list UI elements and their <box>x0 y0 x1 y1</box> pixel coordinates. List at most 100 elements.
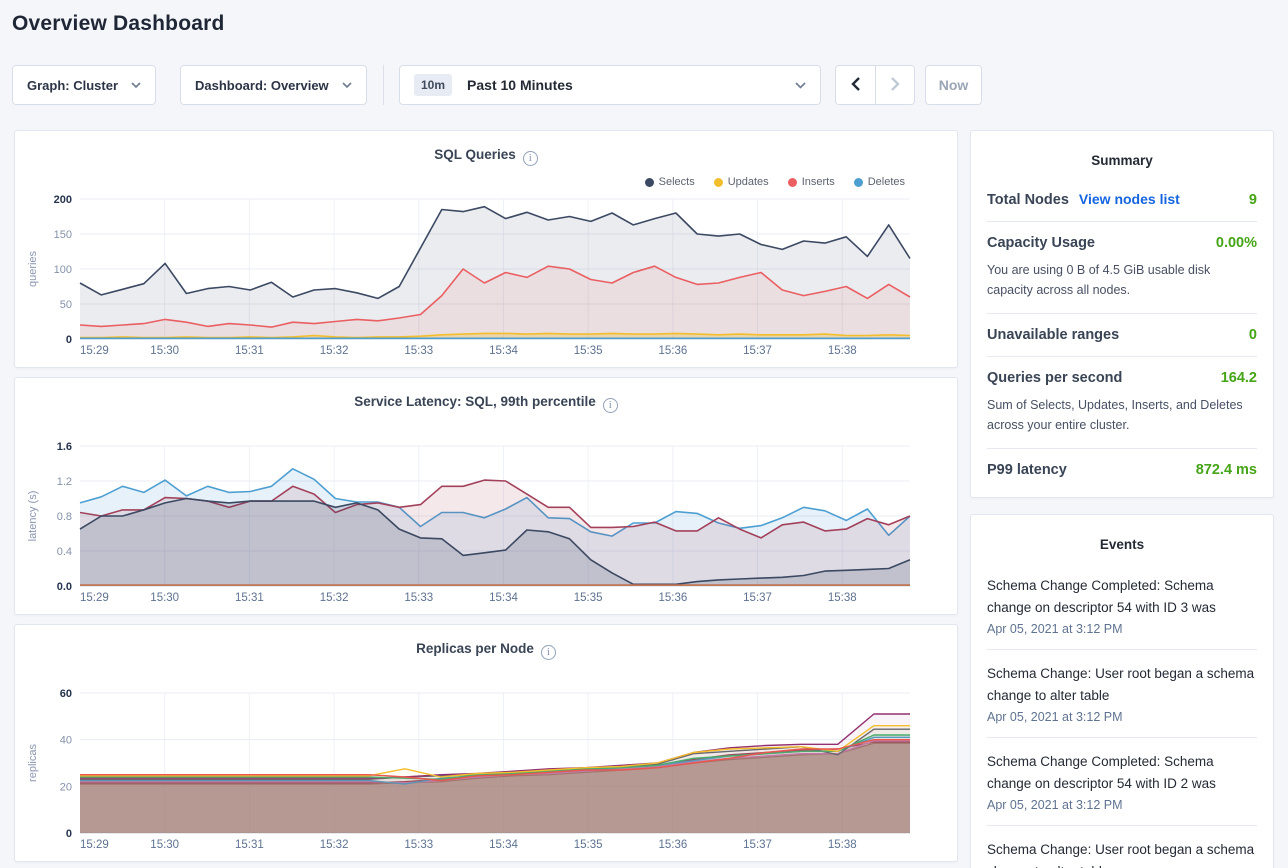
info-icon[interactable]: i <box>523 151 538 166</box>
svg-text:15:31: 15:31 <box>235 839 264 851</box>
svg-text:15:29: 15:29 <box>80 592 109 604</box>
events-title: Events <box>987 531 1257 562</box>
now-button[interactable]: Now <box>925 65 982 105</box>
svg-text:0.8: 0.8 <box>57 511 72 523</box>
time-step-buttons <box>835 65 915 105</box>
svg-text:1.2: 1.2 <box>57 476 72 488</box>
svg-text:15:34: 15:34 <box>489 345 518 357</box>
svg-text:15:34: 15:34 <box>489 592 518 604</box>
svg-text:15:30: 15:30 <box>150 345 179 357</box>
time-range-label: Past 10 Minutes <box>467 77 573 93</box>
page-title: Overview Dashboard <box>12 12 225 36</box>
svg-text:15:29: 15:29 <box>80 345 109 357</box>
chevron-left-icon <box>851 76 861 95</box>
replicas-per-node-panel: Replicas per Nodei 15:2915:3015:3115:321… <box>14 624 958 862</box>
chart-title: SQL Queries <box>434 147 516 162</box>
svg-text:200: 200 <box>54 194 72 206</box>
svg-text:15:33: 15:33 <box>404 345 433 357</box>
svg-text:15:32: 15:32 <box>320 592 349 604</box>
info-icon[interactable]: i <box>541 645 556 660</box>
svg-text:15:37: 15:37 <box>743 592 772 604</box>
event-text[interactable]: Schema Change: User root began a schema … <box>987 663 1257 707</box>
sql-queries-chart[interactable]: 15:29 15:30 15:31 15:32 15:33 15:34 15:35 15:36… <box>22 187 952 369</box>
svg-text:15:35: 15:35 <box>574 839 603 851</box>
event-item: Schema Change Completed: Schema change o… <box>987 562 1257 649</box>
svg-text:1.6: 1.6 <box>57 441 72 453</box>
summary-description: You are using 0 B of 4.5 GiB usable disk… <box>987 260 1257 300</box>
graph-dropdown[interactable]: Graph: Cluster <box>12 65 156 105</box>
svg-text:15:37: 15:37 <box>743 345 772 357</box>
charts-column: SQL Queriesi Selects Updates Inserts Del… <box>14 130 958 868</box>
time-range-badge: 10m <box>414 74 452 96</box>
svg-text:15:34: 15:34 <box>489 839 518 851</box>
event-text[interactable]: Schema Change Completed: Schema change o… <box>987 575 1257 619</box>
event-text[interactable]: Schema Change: User root began a schema … <box>987 839 1257 868</box>
svg-text:60: 60 <box>60 688 72 700</box>
summary-item-unavailable-ranges: Unavailable ranges 0 <box>987 314 1257 356</box>
summary-value: 872.4 ms <box>1196 462 1257 478</box>
sidebar: Summary Total Nodes View nodes list 9 Ca… <box>970 130 1274 868</box>
service-latency-panel: Service Latency: SQL, 99th percentile i 1… <box>14 377 958 615</box>
svg-text:15:38: 15:38 <box>828 592 857 604</box>
svg-text:150: 150 <box>54 229 72 241</box>
chart-title-row: Service Latency: SQL, 99th percentile i <box>15 394 957 413</box>
toolbar: Graph: Cluster Dashboard: Overview 10m P… <box>12 65 982 105</box>
event-timestamp: Apr 05, 2021 at 3:12 PM <box>987 798 1257 812</box>
svg-text:15:33: 15:33 <box>404 592 433 604</box>
svg-text:15:38: 15:38 <box>828 839 857 851</box>
chart-title: Replicas per Node <box>416 641 534 656</box>
chevron-right-icon <box>890 76 900 95</box>
chart-title-row: SQL Queries i <box>15 147 957 166</box>
summary-value: 9 <box>1249 192 1257 208</box>
event-item: Schema Change: User root began a schema … <box>987 826 1257 868</box>
svg-text:15:33: 15:33 <box>404 839 433 851</box>
service-latency-chart[interactable]: 15:2915:3015:3115:3215:3315:3415:3515:36… <box>22 434 952 616</box>
svg-text:15:29: 15:29 <box>80 839 109 851</box>
summary-label: P99 latency <box>987 462 1067 478</box>
chevron-down-icon <box>342 82 352 88</box>
time-forward-button[interactable] <box>875 66 914 104</box>
summary-label: Queries per second <box>987 370 1122 386</box>
svg-text:15:30: 15:30 <box>150 592 179 604</box>
event-item: Schema Change: User root began a schema … <box>987 650 1257 737</box>
svg-text:15:37: 15:37 <box>743 839 772 851</box>
svg-text:20: 20 <box>60 781 72 793</box>
summary-title: Summary <box>987 147 1257 178</box>
svg-text:50: 50 <box>60 299 72 311</box>
svg-text:15:35: 15:35 <box>574 592 603 604</box>
summary-item-qps: Queries per second 164.2 Sum of Selects,… <box>987 357 1257 448</box>
svg-text:0.0: 0.0 <box>57 581 72 593</box>
summary-value: 164.2 <box>1221 370 1257 386</box>
legend-dot <box>714 178 723 187</box>
event-text[interactable]: Schema Change Completed: Schema change o… <box>987 751 1257 795</box>
svg-text:15:32: 15:32 <box>320 345 349 357</box>
event-timestamp: Apr 05, 2021 at 3:12 PM <box>987 710 1257 724</box>
dashboard-dropdown[interactable]: Dashboard: Overview <box>180 65 367 105</box>
svg-text:0: 0 <box>66 828 72 840</box>
svg-text:0.4: 0.4 <box>57 546 72 558</box>
svg-text:40: 40 <box>60 735 72 747</box>
time-back-button[interactable] <box>836 66 875 104</box>
chart-title-row: Replicas per Node i <box>15 641 957 660</box>
events-panel: Events Schema Change Completed: Schema c… <box>970 514 1274 868</box>
dashboard-dropdown-label: Dashboard: Overview <box>195 78 329 93</box>
replicas-per-node-chart[interactable]: 15:2915:3015:3115:3215:3315:3415:3515:36… <box>22 681 952 863</box>
svg-text:100: 100 <box>54 264 72 276</box>
summary-panel: Summary Total Nodes View nodes list 9 Ca… <box>970 130 1274 498</box>
summary-label: Unavailable ranges <box>987 327 1119 343</box>
svg-text:15:31: 15:31 <box>235 592 264 604</box>
info-icon[interactable]: i <box>603 398 618 413</box>
view-nodes-link[interactable]: View nodes list <box>1079 191 1180 207</box>
time-range-selector[interactable]: 10m Past 10 Minutes <box>399 65 821 105</box>
svg-text:15:36: 15:36 <box>658 345 687 357</box>
chevron-down-icon <box>131 82 141 88</box>
summary-label: Total Nodes <box>987 192 1069 208</box>
svg-text:queries: queries <box>27 250 39 287</box>
chart-title: Service Latency: SQL, 99th percentile <box>354 394 596 409</box>
svg-text:15:35: 15:35 <box>574 345 603 357</box>
legend-dot <box>788 178 797 187</box>
svg-text:15:31: 15:31 <box>235 345 264 357</box>
summary-value: 0 <box>1249 327 1257 343</box>
svg-text:15:38: 15:38 <box>828 345 857 357</box>
summary-item-capacity: Capacity Usage 0.00% You are using 0 B o… <box>987 222 1257 313</box>
